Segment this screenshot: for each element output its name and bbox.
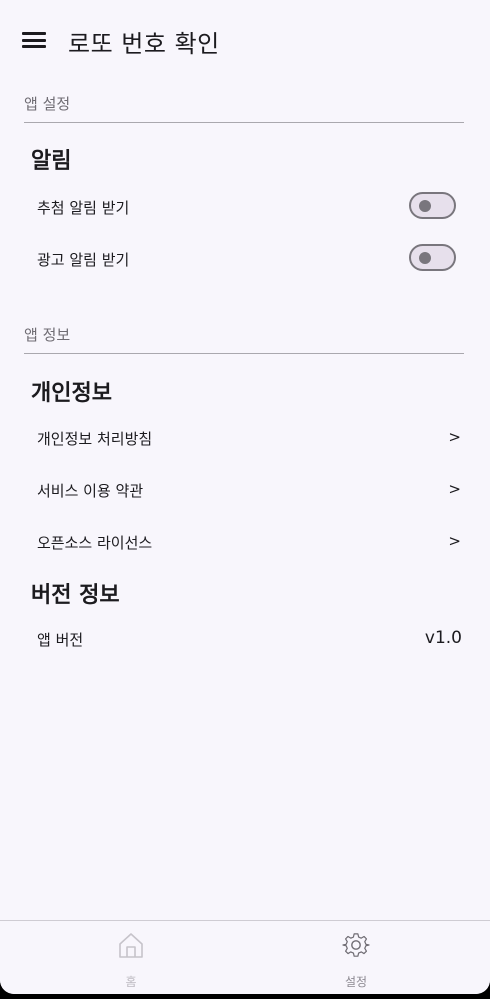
top-app-bar: 로또 번호 확인 xyxy=(0,0,490,82)
nav-label-settings: 설정 xyxy=(344,975,368,989)
app-version-label: 앱 버전 xyxy=(37,631,84,649)
hamburger-menu-icon[interactable] xyxy=(22,30,46,50)
nav-item-settings[interactable]: 설정 xyxy=(296,921,416,994)
section-label-app-info: 앱 정보 xyxy=(24,326,71,344)
home-icon xyxy=(119,933,143,958)
ad-notification-switch[interactable] xyxy=(409,244,456,271)
bottom-navigation: 홈 설정 xyxy=(0,920,490,994)
switch-thumb xyxy=(419,252,431,264)
draw-notification-label: 추첨 알림 받기 xyxy=(37,199,130,217)
group-title-version: 버전 정보 xyxy=(31,583,120,608)
ad-notification-label: 광고 알림 받기 xyxy=(37,251,130,269)
app-title: 로또 번호 확인 xyxy=(68,30,220,58)
gear-icon xyxy=(342,933,370,957)
open-source-licenses-chevron-icon[interactable]: > xyxy=(448,532,461,550)
nav-item-home[interactable]: 홈 xyxy=(71,921,191,994)
open-source-licenses-label[interactable]: 오픈소스 라이선스 xyxy=(37,532,152,553)
section-label-app-settings: 앱 설정 xyxy=(24,95,71,113)
group-title-privacy: 개인정보 xyxy=(31,381,112,406)
terms-of-service-chevron-icon[interactable]: > xyxy=(448,480,461,498)
switch-thumb xyxy=(419,200,431,212)
app-version-value: v1.0 xyxy=(424,628,462,648)
draw-notification-switch[interactable] xyxy=(409,192,456,219)
group-title-notifications: 알림 xyxy=(31,149,72,174)
settings-screen: 로또 번호 확인 앱 설정 알림 추첨 알림 받기 광고 알림 받기 앱 정보 … xyxy=(0,0,490,994)
nav-label-home: 홈 xyxy=(125,975,137,989)
divider xyxy=(24,122,464,123)
terms-of-service-label[interactable]: 서비스 이용 약관 xyxy=(37,480,143,501)
divider xyxy=(24,353,464,354)
privacy-policy-label[interactable]: 개인정보 처리방침 xyxy=(37,428,152,449)
privacy-policy-chevron-icon[interactable]: > xyxy=(448,428,461,446)
